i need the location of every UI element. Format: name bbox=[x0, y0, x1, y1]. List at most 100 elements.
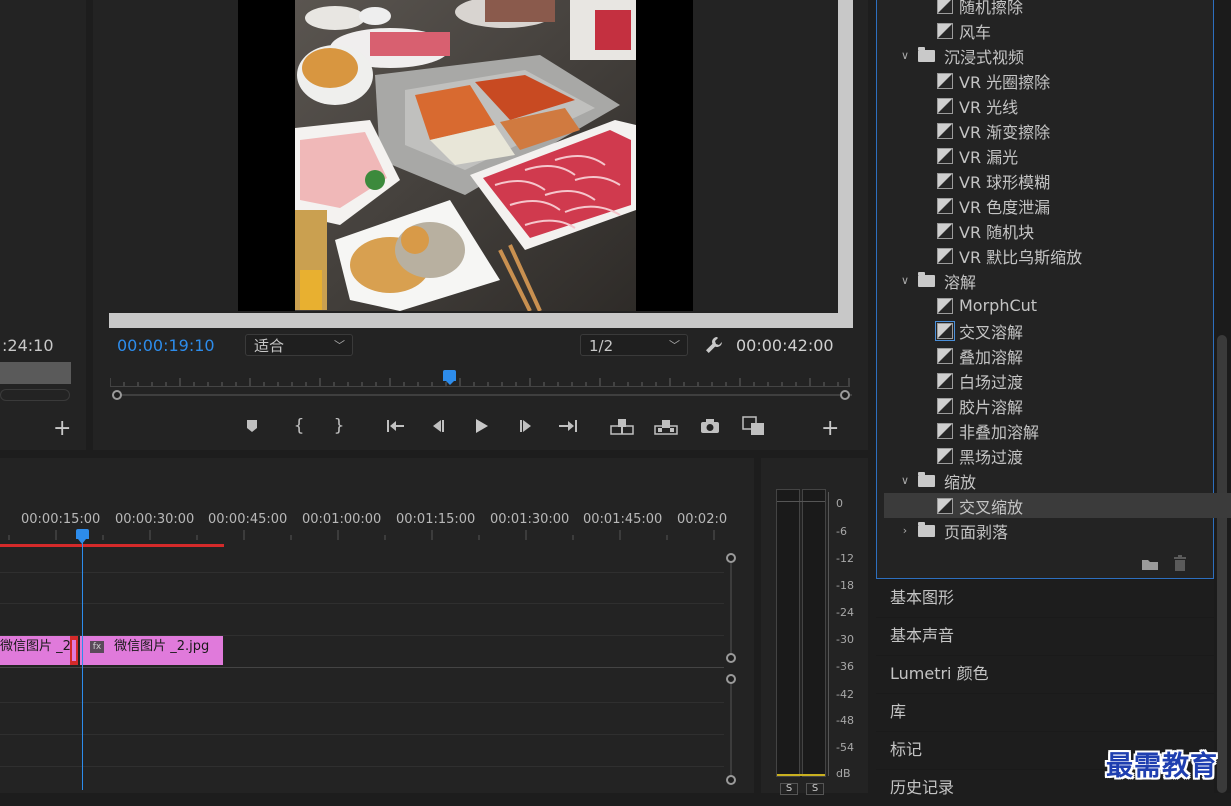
insert-button[interactable] bbox=[609, 413, 635, 439]
program-playhead[interactable] bbox=[443, 370, 456, 381]
transition-marker-inner bbox=[72, 640, 76, 661]
meter-label: -36 bbox=[836, 660, 854, 673]
effects-item-label: 交叉溶解 bbox=[959, 322, 1024, 342]
program-mini-ruler[interactable] bbox=[110, 374, 850, 387]
source-playhead-bar[interactable] bbox=[0, 362, 71, 384]
folder-icon bbox=[918, 521, 935, 537]
effects-item[interactable]: 非叠加溶解 bbox=[884, 418, 1231, 443]
solo-button-left[interactable]: S bbox=[780, 783, 798, 795]
zoom-handle-right[interactable] bbox=[840, 390, 850, 400]
resolution-dropdown[interactable]: 1/2 ﹀ bbox=[580, 334, 688, 356]
effects-item[interactable]: 交叉缩放 bbox=[884, 493, 1231, 518]
effects-folder[interactable]: ∨ 缩放 bbox=[884, 468, 1222, 493]
transition-icon bbox=[937, 22, 953, 39]
program-add-button[interactable]: + bbox=[821, 416, 839, 441]
scroll-handle-top[interactable] bbox=[726, 553, 736, 563]
audio-meter-level bbox=[777, 774, 825, 776]
mark-out-button[interactable]: } bbox=[326, 413, 352, 439]
timeline-playhead-tip bbox=[78, 539, 86, 544]
program-current-time[interactable]: 00:00:19:10 bbox=[117, 336, 215, 355]
scroll-handle-bottom[interactable] bbox=[726, 653, 736, 663]
comparison-view-button[interactable] bbox=[741, 413, 767, 439]
source-zoom-bar[interactable] bbox=[0, 389, 70, 401]
effects-item[interactable]: 交叉溶解 bbox=[884, 318, 1231, 343]
effects-item[interactable]: VR 光线 bbox=[884, 93, 1231, 118]
export-frame-button[interactable] bbox=[697, 413, 723, 439]
panel-libraries[interactable]: 库 bbox=[876, 693, 1214, 729]
effects-item-label: VR 随机块 bbox=[959, 222, 1035, 242]
effects-item[interactable]: VR 渐变擦除 bbox=[884, 118, 1231, 143]
effects-item[interactable]: 叠加溶解 bbox=[884, 343, 1231, 368]
meter-label: -12 bbox=[836, 552, 854, 565]
transition-icon bbox=[937, 397, 953, 414]
delete-button[interactable] bbox=[1173, 555, 1187, 575]
effects-item[interactable]: 黑场过渡 bbox=[884, 443, 1231, 468]
effects-item[interactable]: 随机擦除 bbox=[884, 0, 1231, 18]
effects-item[interactable]: VR 光圈擦除 bbox=[884, 68, 1231, 93]
video-clip-left[interactable]: 微信图片 _2 bbox=[0, 636, 70, 665]
effects-item[interactable]: 胶片溶解 bbox=[884, 393, 1231, 418]
effects-item-label: 溶解 bbox=[944, 272, 977, 292]
add-marker-button[interactable] bbox=[239, 413, 265, 439]
program-zoom-bar[interactable] bbox=[112, 394, 852, 396]
audio-meter-peak bbox=[777, 501, 825, 502]
source-timecode: :24:10 bbox=[2, 336, 54, 355]
track-divider bbox=[0, 572, 724, 573]
meter-label: -42 bbox=[836, 688, 854, 701]
scroll-handle-top[interactable] bbox=[726, 674, 736, 684]
chevron-down-icon[interactable]: ∨ bbox=[898, 49, 912, 62]
wrench-icon[interactable] bbox=[704, 335, 724, 355]
track-divider bbox=[0, 603, 724, 604]
mark-in-button[interactable]: { bbox=[286, 413, 312, 439]
effects-item[interactable]: VR 随机块 bbox=[884, 218, 1231, 243]
meter-label: dB bbox=[836, 767, 851, 780]
effects-item-label: 交叉缩放 bbox=[959, 497, 1024, 517]
timeline-playhead[interactable] bbox=[76, 529, 89, 539]
meter-label: -30 bbox=[836, 633, 854, 646]
solo-button-right[interactable]: S bbox=[806, 783, 824, 795]
effects-folder[interactable]: › 页面剥落 bbox=[884, 518, 1222, 543]
panel-lumetri-color[interactable]: Lumetri 颜色 bbox=[876, 655, 1214, 691]
audio-track-scrollbar[interactable] bbox=[730, 679, 732, 779]
effects-item-label: 非叠加溶解 bbox=[959, 422, 1040, 442]
program-playhead-tip bbox=[446, 381, 454, 385]
effects-item[interactable]: VR 漏光 bbox=[884, 143, 1231, 168]
chevron-down-icon[interactable]: ∨ bbox=[898, 274, 912, 287]
effects-item-label: VR 渐变擦除 bbox=[959, 122, 1051, 142]
zoom-handle-left[interactable] bbox=[112, 390, 122, 400]
effects-item[interactable]: 白场过渡 bbox=[884, 368, 1231, 393]
render-status-bar bbox=[0, 544, 224, 547]
source-add-button[interactable]: + bbox=[53, 416, 71, 441]
new-bin-button[interactable] bbox=[1141, 556, 1159, 575]
effects-item[interactable]: VR 默比乌斯缩放 bbox=[884, 243, 1231, 268]
effects-folder[interactable]: ∨ 沉浸式视频 bbox=[884, 43, 1222, 68]
folder-icon bbox=[1142, 560, 1158, 570]
effects-item-label: 胶片溶解 bbox=[959, 397, 1024, 417]
chevron-right-icon[interactable]: › bbox=[898, 524, 912, 537]
chevron-down-icon: ﹀ bbox=[334, 339, 345, 352]
effects-item[interactable]: VR 球形模糊 bbox=[884, 168, 1231, 193]
fit-dropdown-value: 适合 bbox=[254, 337, 285, 355]
panel-essential-graphics[interactable]: 基本图形 bbox=[876, 579, 1214, 615]
video-track-scrollbar[interactable] bbox=[730, 559, 732, 659]
track-divider bbox=[0, 667, 724, 668]
step-forward-button[interactable] bbox=[513, 413, 539, 439]
play-button[interactable] bbox=[468, 413, 494, 439]
go-to-out-button[interactable] bbox=[555, 413, 581, 439]
transition-icon bbox=[937, 297, 953, 314]
step-back-button[interactable] bbox=[425, 413, 451, 439]
fit-dropdown[interactable]: 适合 ﹀ bbox=[245, 334, 353, 356]
chevron-down-icon[interactable]: ∨ bbox=[898, 474, 912, 487]
effects-item[interactable]: MorphCut bbox=[884, 293, 1231, 318]
go-to-in-button[interactable] bbox=[383, 413, 409, 439]
video-clip-right[interactable]: fx 微信图片 _2.jpg bbox=[80, 636, 223, 665]
panel-essential-sound[interactable]: 基本声音 bbox=[876, 617, 1214, 653]
effects-item[interactable]: 风车 bbox=[884, 18, 1231, 43]
overwrite-button[interactable] bbox=[653, 413, 679, 439]
effects-item-label: 白场过渡 bbox=[959, 372, 1024, 392]
effects-item-label: VR 球形模糊 bbox=[959, 172, 1051, 192]
scroll-handle-bottom[interactable] bbox=[726, 775, 736, 785]
effects-folder[interactable]: ∨ 溶解 bbox=[884, 268, 1222, 293]
effects-item[interactable]: VR 色度泄漏 bbox=[884, 193, 1231, 218]
transition-icon bbox=[937, 172, 953, 189]
